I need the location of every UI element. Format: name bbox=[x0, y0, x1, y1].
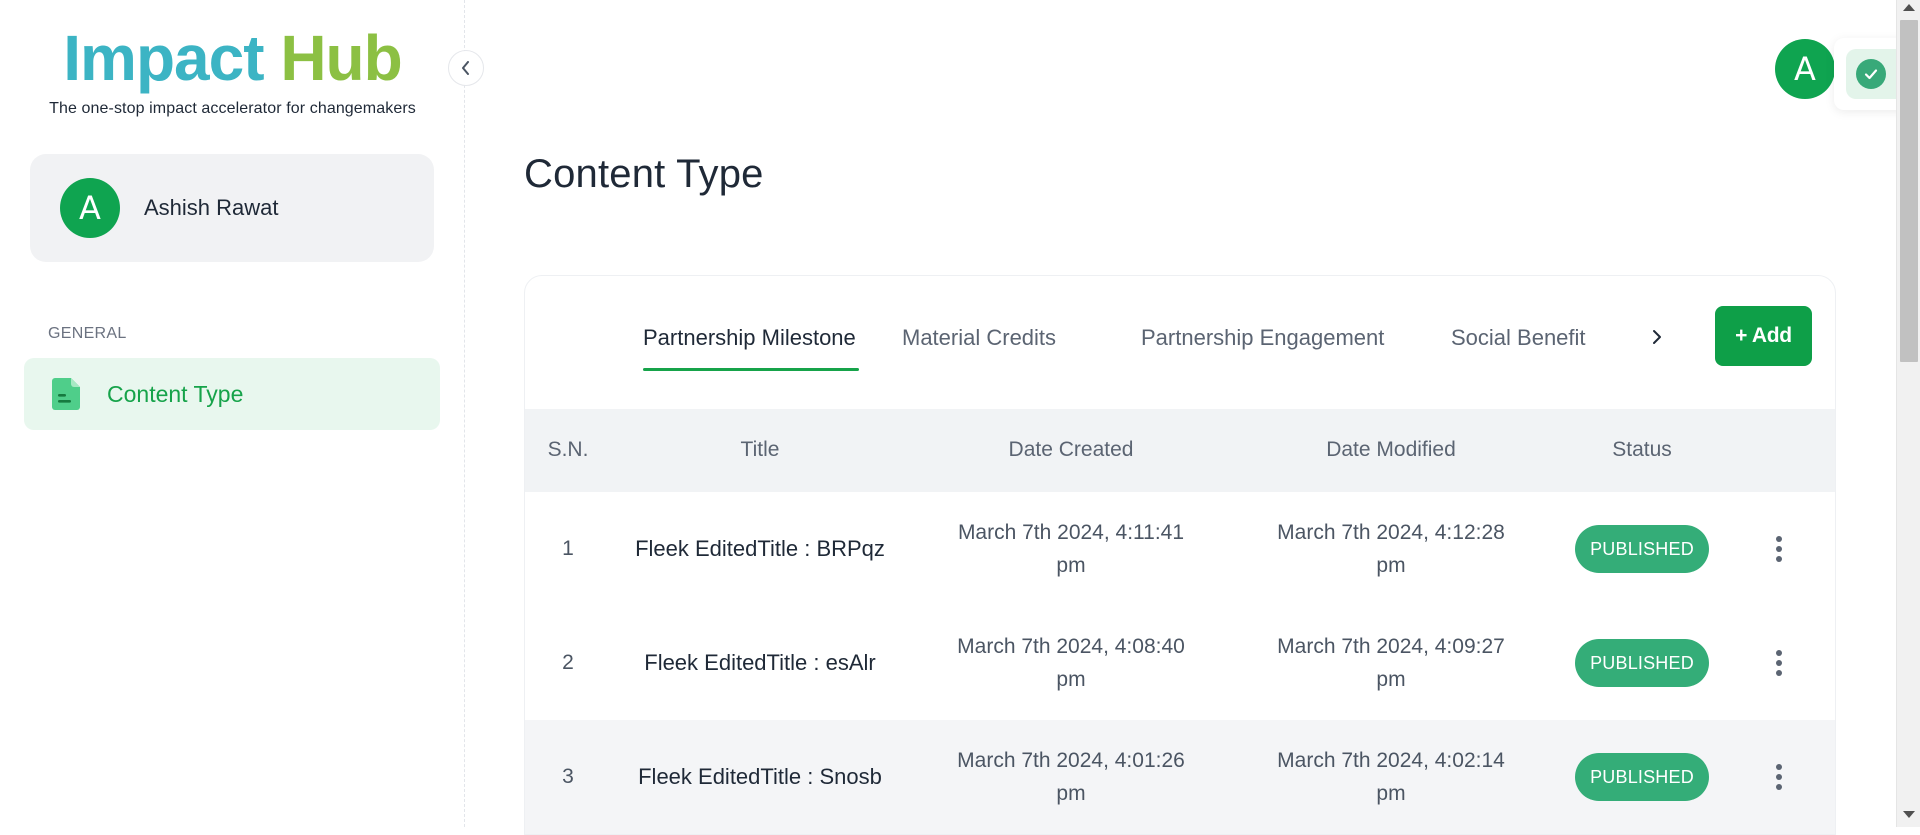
sidebar: Impact Hub The one-stop impact accelerat… bbox=[0, 0, 465, 827]
row-title: Fleek EditedTitle : BRPqz bbox=[635, 536, 885, 561]
row-actions-button[interactable] bbox=[1769, 534, 1789, 564]
scroll-down-arrow-icon[interactable] bbox=[1903, 811, 1915, 818]
content-type-card: Partnership Milestone Material Credits P… bbox=[524, 275, 1836, 835]
column-header-status: Status bbox=[1612, 438, 1672, 461]
chevron-right-icon bbox=[1653, 330, 1661, 344]
avatar: A bbox=[60, 178, 120, 238]
active-tab-indicator bbox=[643, 368, 859, 371]
column-header-date-created: Date Created bbox=[1008, 438, 1134, 461]
tab-partnership-milestone[interactable]: Partnership Milestone bbox=[643, 325, 856, 351]
date-modified-line1: March 7th 2024, 4:12:28 bbox=[1277, 521, 1505, 544]
scrollbar-thumb[interactable] bbox=[1900, 20, 1918, 362]
row-sn: 1 bbox=[562, 537, 574, 560]
status-badge: PUBLISHED bbox=[1575, 753, 1709, 801]
row-date-modified: March 7th 2024, 4:09:27 pm bbox=[1266, 630, 1516, 696]
date-modified-line1: March 7th 2024, 4:02:14 bbox=[1277, 749, 1505, 772]
row-sn: 2 bbox=[562, 651, 574, 674]
sidebar-item-label: Content Type bbox=[107, 380, 244, 407]
status-badge: PUBLISHED bbox=[1575, 525, 1709, 573]
date-created-line2: pm bbox=[1056, 668, 1086, 691]
check-circle-icon bbox=[1856, 59, 1886, 89]
column-header-sn: S.N. bbox=[547, 438, 589, 461]
tab-material-credits[interactable]: Material Credits bbox=[902, 325, 1056, 351]
row-actions-button[interactable] bbox=[1769, 648, 1789, 678]
date-created-line1: March 7th 2024, 4:08:40 bbox=[957, 635, 1185, 658]
date-created-line2: pm bbox=[1056, 554, 1086, 577]
date-modified-line2: pm bbox=[1376, 554, 1406, 577]
row-status: PUBLISHED bbox=[1575, 639, 1709, 687]
date-modified-line1: March 7th 2024, 4:09:27 bbox=[1277, 635, 1505, 658]
kebab-menu-icon bbox=[1769, 534, 1789, 564]
column-header-date-modified: Date Modified bbox=[1326, 438, 1456, 461]
scroll-up-arrow-icon[interactable] bbox=[1903, 4, 1915, 11]
kebab-menu-icon bbox=[1769, 762, 1789, 792]
tabs-next-button[interactable] bbox=[1642, 322, 1672, 352]
chevron-left-icon bbox=[462, 61, 469, 75]
row-date-created: March 7th 2024, 4:11:41 pm bbox=[946, 516, 1196, 582]
row-title: Fleek EditedTitle : esAlr bbox=[644, 650, 876, 675]
user-name: Ashish Rawat bbox=[144, 195, 279, 220]
date-created-line1: March 7th 2024, 4:11:41 bbox=[957, 521, 1185, 544]
date-created-line2: pm bbox=[1056, 782, 1086, 805]
main-content: Content Type A Partnership Milestone Mat… bbox=[466, 0, 1914, 835]
page-title: Content Type bbox=[524, 152, 764, 196]
vertical-scrollbar[interactable] bbox=[1896, 0, 1920, 827]
column-header-title: Title bbox=[740, 438, 780, 461]
table-row[interactable]: 1 Fleek EditedTitle : BRPqz March 7th 20… bbox=[525, 492, 1835, 606]
date-created-line1: March 7th 2024, 4:01:26 bbox=[957, 749, 1185, 772]
brand-logo[interactable]: Impact Hub The one-stop impact accelerat… bbox=[30, 26, 435, 118]
row-status: PUBLISHED bbox=[1575, 753, 1709, 801]
row-status: PUBLISHED bbox=[1575, 525, 1709, 573]
brand-title-part1: Impact bbox=[63, 22, 264, 94]
row-title: Fleek EditedTitle : Snosb bbox=[638, 764, 882, 789]
date-modified-line2: pm bbox=[1376, 782, 1406, 805]
table-row[interactable]: 2 Fleek EditedTitle : esAlr March 7th 20… bbox=[525, 606, 1835, 720]
toast-icon-wrap bbox=[1846, 49, 1896, 99]
document-icon bbox=[52, 378, 80, 410]
row-date-modified: March 7th 2024, 4:02:14 pm bbox=[1266, 744, 1516, 810]
kebab-menu-icon bbox=[1769, 648, 1789, 678]
brand-tagline: The one-stop impact accelerator for chan… bbox=[49, 100, 416, 117]
row-date-modified: March 7th 2024, 4:12:28 pm bbox=[1266, 516, 1516, 582]
tab-partnership-engagement[interactable]: Partnership Engagement bbox=[1141, 325, 1384, 351]
status-badge: PUBLISHED bbox=[1575, 639, 1709, 687]
add-button[interactable]: + Add bbox=[1715, 306, 1812, 366]
table-header: S.N. Title Date Created Date Modified St… bbox=[525, 409, 1835, 492]
user-card[interactable]: A Ashish Rawat bbox=[30, 154, 434, 262]
row-date-created: March 7th 2024, 4:08:40 pm bbox=[946, 630, 1196, 696]
date-modified-line2: pm bbox=[1376, 668, 1406, 691]
section-label-general: GENERAL bbox=[48, 325, 127, 342]
row-sn: 3 bbox=[562, 765, 574, 788]
tab-bar: Partnership Milestone Material Credits P… bbox=[525, 276, 1835, 409]
row-actions-button[interactable] bbox=[1769, 762, 1789, 792]
collapse-sidebar-button[interactable] bbox=[448, 50, 484, 86]
brand-title-part2: Hub bbox=[280, 22, 402, 94]
header-avatar[interactable]: A bbox=[1775, 39, 1835, 99]
table-row[interactable]: 3 Fleek EditedTitle : Snosb March 7th 20… bbox=[525, 720, 1835, 834]
sidebar-item-content-type[interactable]: Content Type bbox=[24, 358, 440, 430]
tab-social-benefit[interactable]: Social Benefit bbox=[1451, 325, 1586, 351]
brand-title: Impact Hub bbox=[30, 26, 435, 90]
row-date-created: March 7th 2024, 4:01:26 pm bbox=[946, 744, 1196, 810]
